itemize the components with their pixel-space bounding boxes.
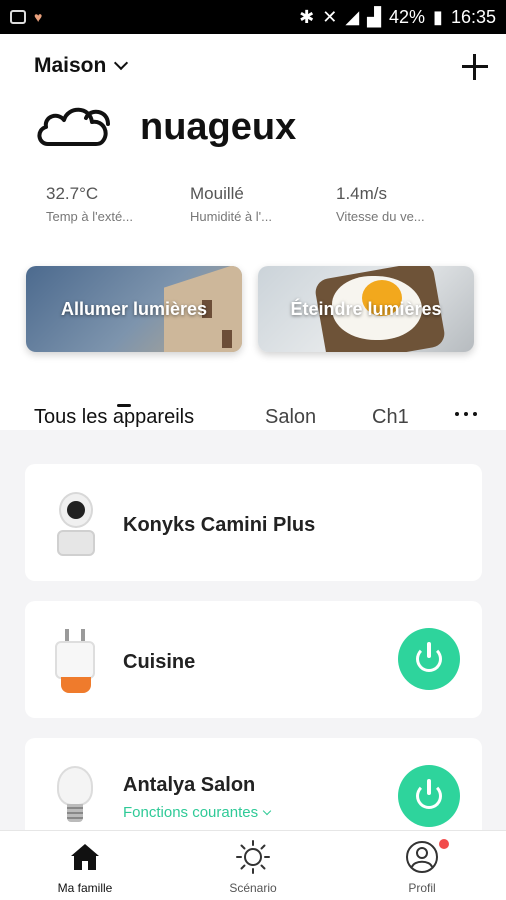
sun-icon xyxy=(236,840,270,874)
weather-stat-wind: 1.4m/s Vitesse du ve... xyxy=(336,184,466,224)
home-name: Maison xyxy=(34,54,107,77)
notification-badge xyxy=(439,839,449,849)
chevron-down-icon xyxy=(262,806,272,815)
bulb-icon xyxy=(53,766,99,826)
gallery-icon xyxy=(10,10,26,24)
status-left: ♥ xyxy=(10,9,42,25)
cloud-icon xyxy=(37,107,110,146)
nav-scenario[interactable]: Scénario xyxy=(188,831,318,900)
tab-ch1[interactable]: Ch1 xyxy=(372,406,409,429)
tab-all-devices[interactable]: Tous les appareils xyxy=(34,406,194,429)
wifi-icon: ◢ xyxy=(345,6,360,27)
power-button[interactable] xyxy=(398,765,460,827)
nav-label: Profil xyxy=(408,881,436,895)
more-icon[interactable] xyxy=(455,412,477,416)
chevron-down-icon xyxy=(114,55,129,71)
room-tabs: Tous les appareils Salon Ch1 xyxy=(0,368,506,428)
smart-plug-icon xyxy=(53,629,99,695)
status-bar: ♥ ✱ ✕ ◢ ▟ 42% ▮ 16:35 xyxy=(0,0,506,34)
nav-label: Ma famille xyxy=(57,881,113,895)
device-card-plug[interactable]: Cuisine xyxy=(25,601,482,718)
device-name: Antalya Salon xyxy=(123,774,256,796)
active-tab-indicator xyxy=(117,404,131,407)
tab-salon[interactable]: Salon xyxy=(265,406,316,429)
nav-label: Scénario xyxy=(229,881,277,895)
device-name: Cuisine xyxy=(123,651,196,673)
device-functions-link[interactable]: Fonctions courantes xyxy=(123,804,272,821)
weather-condition: nuageux xyxy=(140,106,297,148)
mute-icon: ✕ xyxy=(322,6,338,27)
power-button[interactable] xyxy=(398,628,460,690)
nav-profil[interactable]: Profil xyxy=(357,831,487,900)
scene-card-lights-off[interactable]: Éteindre lumières xyxy=(258,266,474,352)
home-selector[interactable]: Maison xyxy=(34,54,129,78)
battery-percent: 42% xyxy=(389,6,426,27)
scene-card-lights-on[interactable]: Allumer lumières xyxy=(26,266,242,352)
weather-stat-value: 1.4m/s xyxy=(336,184,388,203)
weather-stat-label: Humidité à l'... xyxy=(190,209,272,224)
weather-stat-label: Vitesse du ve... xyxy=(336,209,425,224)
weather-stat-label: Temp à l'exté... xyxy=(46,209,134,224)
device-name: Konyks Camini Plus xyxy=(123,514,316,536)
heart-icon: ♥ xyxy=(34,9,43,25)
scene-label: Éteindre lumières xyxy=(290,298,442,319)
clock: 16:35 xyxy=(450,6,496,27)
camera-icon xyxy=(53,492,99,558)
bluetooth-icon: ✱ xyxy=(299,6,315,27)
scene-label: Allumer lumières xyxy=(60,298,208,319)
device-subtitle: Fonctions courantes xyxy=(123,804,259,821)
battery-icon: ▮ xyxy=(433,6,443,27)
device-card-camera[interactable]: Konyks Camini Plus xyxy=(25,464,482,581)
weather-stat-value: 32.7°C xyxy=(46,184,99,203)
profile-icon xyxy=(406,841,438,873)
signal-icon: ▟ xyxy=(367,6,382,27)
weather-stat-temperature: 32.7°C Temp à l'exté... xyxy=(46,184,176,224)
nav-ma-famille[interactable]: Ma famille xyxy=(20,831,150,900)
status-right: ✱ ✕ ◢ ▟ 42% ▮ 16:35 xyxy=(299,7,496,28)
home-icon xyxy=(71,844,99,870)
bottom-navigation: Ma famille Scénario Profil xyxy=(0,830,506,900)
weather-stat-value: Mouillé xyxy=(190,184,244,203)
plus-icon[interactable] xyxy=(460,52,490,82)
weather-stat-humidity: Mouillé Humidité à l'... xyxy=(190,184,320,224)
